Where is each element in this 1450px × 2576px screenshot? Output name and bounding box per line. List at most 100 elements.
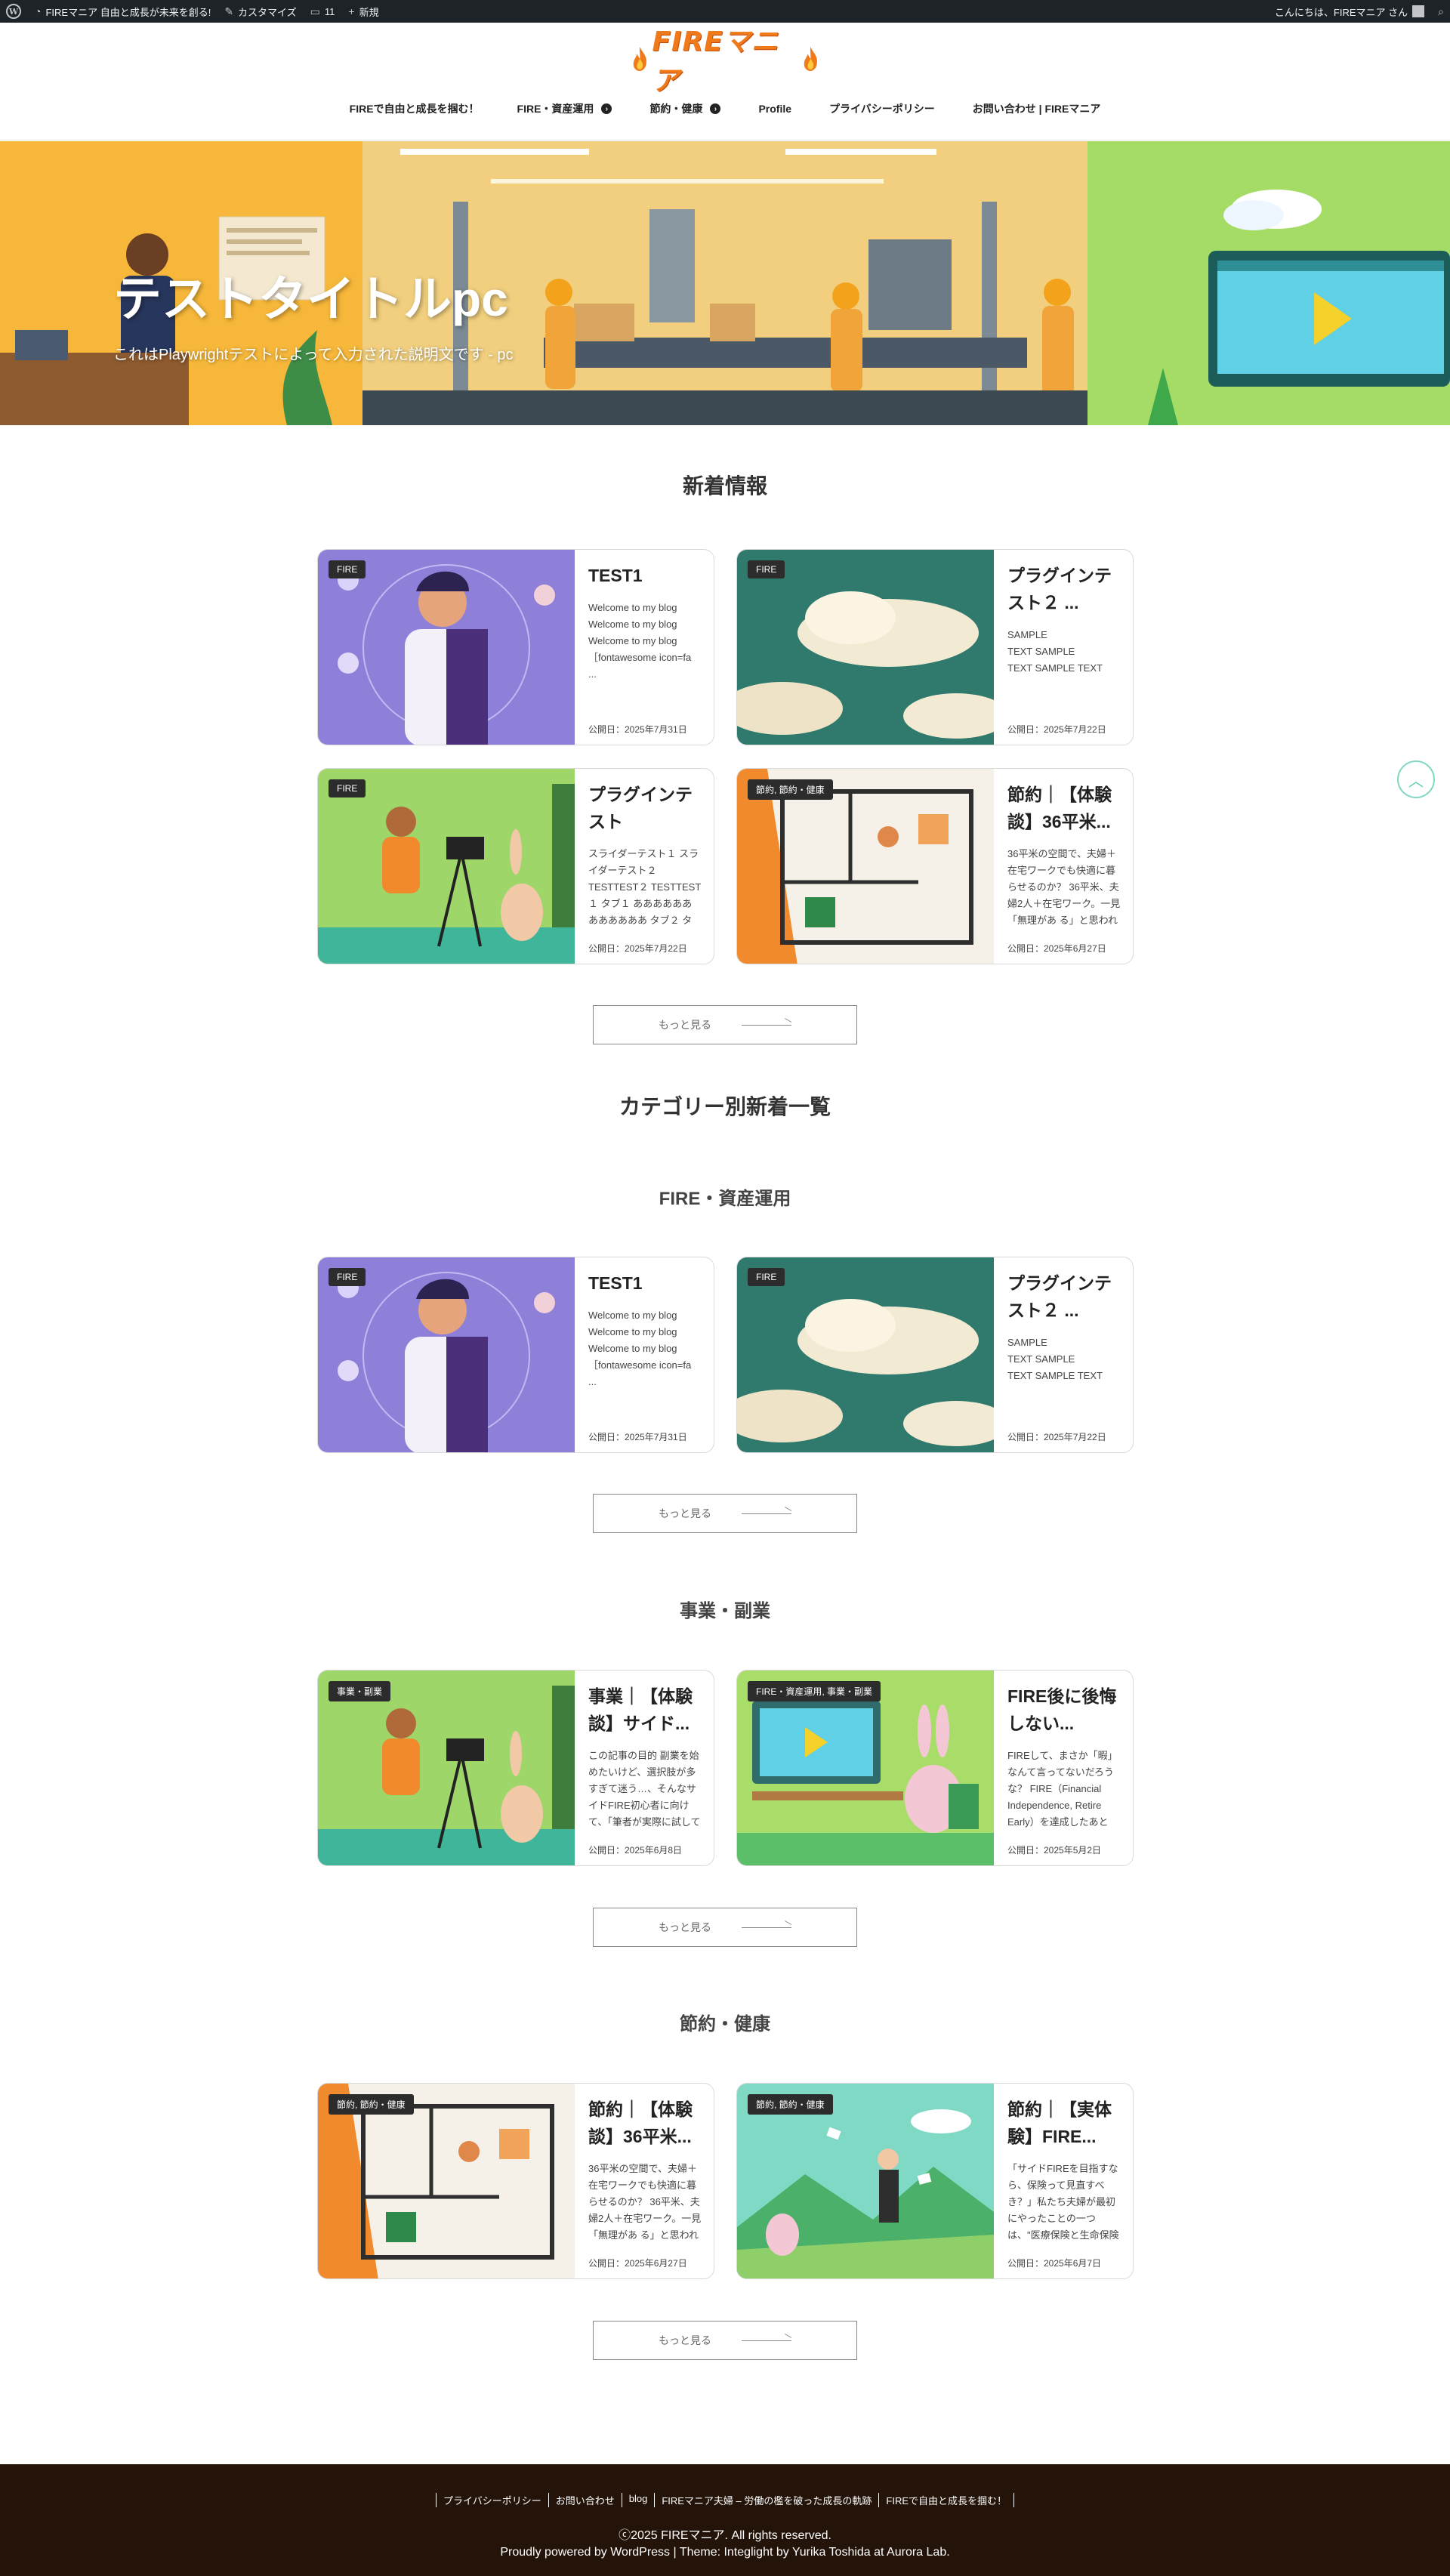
admin-customize-label[interactable]: カスタマイズ [238,5,297,19]
admin-new-link[interactable]: + 新規 [348,5,378,19]
category-tag[interactable]: FIRE [748,560,785,578]
footer-link-privacy[interactable]: プライバシーポリシー [435,2493,548,2507]
site-logo[interactable]: FIREマニア [631,26,819,97]
flame-icon [633,47,646,71]
more-label[interactable]: もっと見る [659,1920,711,1935]
admin-greeting[interactable]: こんにちは、FIREマニア さん [1275,5,1408,19]
post-card[interactable]: 節約, 節約・健康 節約｜【体験談】36平米... 36平米の空間で、夫婦＋在宅… [736,768,1134,964]
post-title[interactable]: 節約｜【体験談】36平米... [1007,781,1121,835]
arrow-right-icon [742,1510,791,1517]
post-date: 公開日：2025年7月31日 [588,724,687,735]
nav-item-contact[interactable]: お問い合わせ | FIREマニア [973,101,1101,116]
post-title[interactable]: 節約｜【実体験】FIRE... [1007,2096,1121,2150]
chevron-right-icon[interactable]: › [601,103,612,114]
more-button[interactable]: もっと見る [593,1005,857,1044]
admin-comments-link[interactable]: ▭ 11 [310,5,335,18]
admin-new-label[interactable]: 新規 [359,5,379,19]
arrow-right-icon [742,2337,791,2344]
category-tag[interactable]: 節約, 節約・健康 [329,2094,414,2115]
wordpress-logo-icon[interactable]: W [6,4,21,19]
category-tag[interactable]: FIRE・資産運用, 事業・副業 [748,1681,881,1701]
nav-label[interactable]: FIRE・資産運用 [517,101,594,116]
hero-subtitle: これはPlaywrightテストによって入力された説明文です - pc [113,347,514,363]
hero-slider[interactable]: テストタイトルpc これはPlaywrightテストによって入力された説明文です… [0,141,1450,425]
category-tag[interactable]: 節約, 節約・健康 [748,2094,833,2115]
post-date: 公開日：2025年6月8日 [588,1845,683,1856]
logo-text[interactable]: FIREマニア [652,20,798,98]
more-button[interactable]: もっと見る [593,2321,857,2360]
category-tag[interactable]: FIRE [329,1268,366,1286]
category-tag[interactable]: FIRE [329,560,366,578]
admin-comments-count[interactable]: 11 [325,6,335,17]
post-title[interactable]: プラグインテスト２ ... [1007,1269,1121,1324]
category-tag[interactable]: 事業・副業 [329,1681,391,1701]
post-card[interactable]: FIRE TEST1 Welcome to my blog Welcome to… [317,549,714,745]
post-excerpt: 「サイドFIREを目指すなら、保険って見直すべき？」私たち夫婦が最初にやったこと… [1007,2163,1119,2241]
nav-item-profile[interactable]: Profile [758,101,791,116]
post-excerpt: この記事の目的 副業を始めたいけど、選択肢が多すぎて迷う…、そんなサイドFIRE… [588,1750,701,1828]
admin-customize-link[interactable]: ✎ カスタマイズ [224,5,296,19]
category-tag[interactable]: 節約, 節約・健康 [748,779,833,800]
admin-site-link[interactable]: ◔ FIREマニア 自由と成長が未来を創る! [35,5,211,19]
post-title[interactable]: TEST1 [588,562,702,589]
post-thumbnail[interactable]: FIRE [318,1257,575,1452]
post-card[interactable]: FIRE プラグインテスト２ ... SAMPLE TEXT SAMPLE TE… [736,1257,1134,1453]
dashboard-icon: ◔ [35,5,42,17]
post-card[interactable]: 節約, 節約・健康 節約｜【体験談】36平米... 36平米の空間で、夫婦＋在宅… [317,2083,714,2279]
post-thumbnail[interactable]: FIRE [318,769,575,964]
nav-label[interactable]: プライバシーポリシー [829,101,935,116]
post-title[interactable]: プラグインテスト２ ... [1007,562,1121,616]
more-button[interactable]: もっと見る [593,1494,857,1533]
chevron-right-icon[interactable]: › [710,103,721,114]
post-title[interactable]: TEST1 [588,1269,702,1297]
avatar[interactable] [1412,5,1425,17]
footer-link-fire-freedom[interactable]: FIREで自由と成長を掴む！ [878,2493,1015,2507]
flame-icon [804,47,817,71]
post-date: 公開日：2025年7月22日 [588,943,687,954]
more-label[interactable]: もっと見る [659,1017,711,1032]
post-card[interactable]: FIRE・資産運用, 事業・副業 FIRE後に後悔しない... FIREして、ま… [736,1670,1134,1866]
post-thumbnail[interactable]: FIRE [737,1257,994,1452]
arrow-right-icon [742,1924,791,1931]
admin-site-name[interactable]: FIREマニア 自由と成長が未来を創る! [45,5,211,19]
footer-link-blog[interactable]: blog [621,2493,655,2507]
search-icon[interactable]: ⌕ [1438,5,1444,18]
nav-item-fire-investment[interactable]: FIRE・資産運用 › [517,101,612,116]
admin-account-link[interactable]: こんにちは、FIREマニア さん [1275,5,1425,19]
footer-link-contact[interactable]: お問い合わせ [548,2493,622,2507]
post-thumbnail[interactable]: 節約, 節約・健康 [737,769,994,964]
back-to-top-button[interactable]: ︿ [1397,760,1435,798]
post-title[interactable]: 事業｜【体験談】サイド... [588,1683,702,1737]
nav-item-saving-health[interactable]: 節約・健康 › [649,101,721,116]
nav-item-fire-freedom[interactable]: FIREで自由と成長を掴む！ [350,101,480,116]
category-tag[interactable]: FIRE [748,1268,785,1286]
post-image [318,769,575,964]
post-thumbnail[interactable]: FIRE [737,550,994,745]
post-date: 公開日：2025年5月2日 [1007,1845,1102,1856]
post-card[interactable]: FIRE TEST1 Welcome to my blog Welcome to… [317,1257,714,1453]
more-label[interactable]: もっと見る [659,2333,711,2348]
category-tag[interactable]: FIRE [329,779,366,797]
more-button[interactable]: もっと見る [593,1908,857,1947]
post-title[interactable]: FIRE後に後悔しない... [1007,1683,1121,1737]
nav-label[interactable]: 節約・健康 [649,101,702,116]
nav-label[interactable]: FIREで自由と成長を掴む！ [350,101,480,116]
more-label[interactable]: もっと見る [659,1506,711,1521]
nav-label[interactable]: お問い合わせ | FIREマニア [973,101,1101,116]
post-thumbnail[interactable]: 節約, 節約・健康 [737,2084,994,2278]
post-thumbnail[interactable]: 節約, 節約・健康 [318,2084,575,2278]
post-thumbnail[interactable]: FIRE・資産運用, 事業・副業 [737,1671,994,1865]
post-card[interactable]: FIRE プラグインテスト２ ... SAMPLE TEXT SAMPLE TE… [736,549,1134,745]
nav-label[interactable]: Profile [758,103,791,115]
post-card[interactable]: 節約, 節約・健康 節約｜【実体験】FIRE... 「サイドFIREを目指すなら… [736,2083,1134,2279]
post-title[interactable]: プラグインテスト [588,781,702,835]
post-image [318,550,575,745]
post-card[interactable]: 事業・副業 事業｜【体験談】サイド... この記事の目的 副業を始めたいけど、選… [317,1670,714,1866]
nav-item-privacy[interactable]: プライバシーポリシー [829,101,935,116]
post-thumbnail[interactable]: FIRE [318,550,575,745]
post-title[interactable]: 節約｜【体験談】36平米... [588,2096,702,2150]
footer-link-couple[interactable]: FIREマニア夫婦 – 労働の檻を破った成長の軌跡 [654,2493,878,2507]
post-card[interactable]: FIRE プラグインテスト スライダーテスト１ スライダーテスト２ TESTTE… [317,768,714,964]
chevron-up-icon[interactable]: ︿ [1408,769,1424,791]
post-thumbnail[interactable]: 事業・副業 [318,1671,575,1865]
